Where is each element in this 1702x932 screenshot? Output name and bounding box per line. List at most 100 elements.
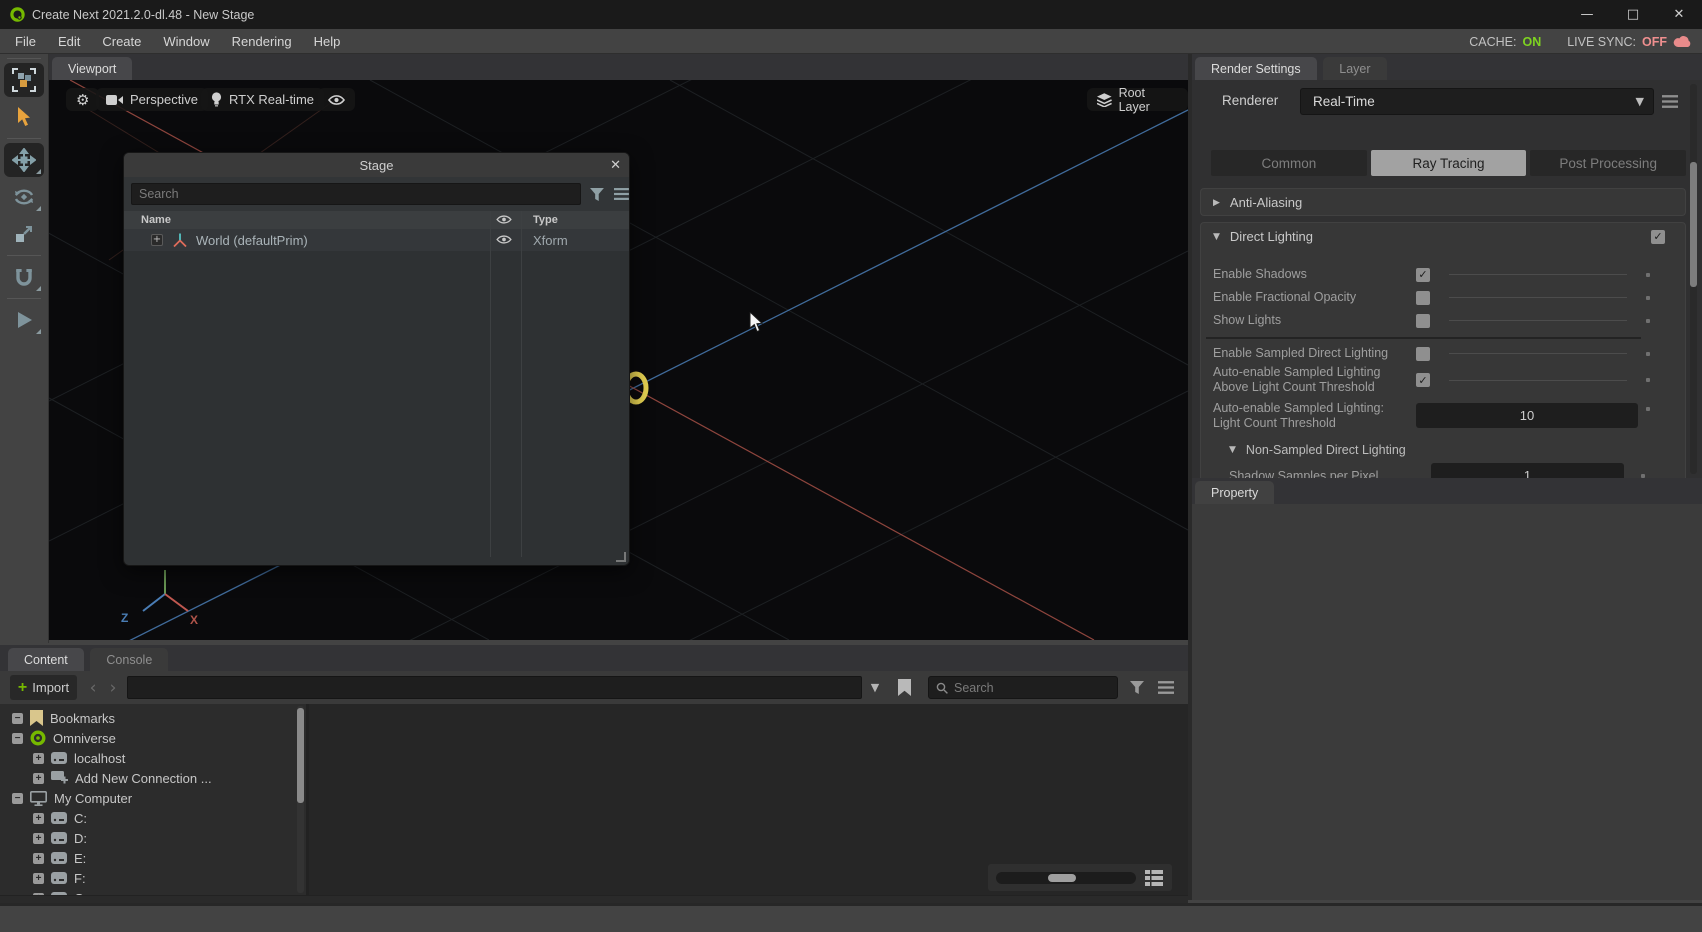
tree-item-drive-d[interactable]: + D: xyxy=(33,828,87,848)
expand-icon[interactable]: + xyxy=(151,234,163,246)
stage-col-type[interactable]: Type xyxy=(533,214,558,226)
stage-search-input[interactable] xyxy=(131,183,581,205)
tab-property[interactable]: Property xyxy=(1195,481,1274,504)
bookmark-icon[interactable] xyxy=(898,679,911,696)
import-button[interactable]: + Import xyxy=(10,675,77,700)
mode-ray-tracing-button[interactable]: Ray Tracing xyxy=(1371,150,1527,176)
stage-col-name[interactable]: Name xyxy=(141,214,171,226)
menu-rendering[interactable]: Rendering xyxy=(221,34,303,49)
stage-close-icon[interactable]: ✕ xyxy=(610,153,621,177)
tree-item-label: C: xyxy=(74,811,87,826)
grid-view-icon[interactable] xyxy=(1145,870,1163,886)
tree-item-label: localhost xyxy=(74,751,125,766)
direct-lighting-header[interactable]: ▼ Direct Lighting ✓ xyxy=(1201,223,1685,250)
tab-viewport[interactable]: Viewport xyxy=(52,57,132,80)
back-button[interactable]: ‹ xyxy=(84,675,102,700)
filter-icon[interactable] xyxy=(590,188,604,201)
slider-thumb[interactable] xyxy=(1048,874,1076,882)
tree-item-drive-c[interactable]: + C: xyxy=(33,808,87,828)
expand-icon[interactable]: + xyxy=(33,813,44,824)
mode-common-button[interactable]: Common xyxy=(1211,150,1367,176)
tree-item-label: Omniverse xyxy=(53,731,116,746)
mode-post-processing-button[interactable]: Post Processing xyxy=(1530,150,1686,176)
scale-tool-button[interactable] xyxy=(4,217,44,251)
path-input[interactable] xyxy=(127,676,862,699)
collapse-icon[interactable]: − xyxy=(12,713,23,724)
scrollbar-thumb[interactable] xyxy=(1690,162,1697,287)
viewport-3d[interactable]: Z X ⚙ Perspective RTX Real-time xyxy=(49,80,1188,640)
anti-aliasing-header[interactable]: ▶ Anti-Aliasing xyxy=(1201,189,1685,216)
render-mode-button[interactable]: RTX Real-time xyxy=(201,88,324,111)
tab-console[interactable]: Console xyxy=(90,648,168,671)
scrollbar-thumb[interactable] xyxy=(297,708,304,803)
snap-tool-button[interactable] xyxy=(4,260,44,294)
tree-item-add-new-connection[interactable]: + Add New Connection ... xyxy=(33,768,212,788)
tree-item-omniverse[interactable]: − Omniverse xyxy=(12,728,116,748)
viewport-settings-button[interactable]: ⚙ xyxy=(66,88,99,111)
collapse-icon[interactable]: − xyxy=(12,733,23,744)
menu-edit[interactable]: Edit xyxy=(47,34,91,49)
expand-icon[interactable]: + xyxy=(33,873,44,884)
options-menu-icon[interactable] xyxy=(614,188,629,200)
tree-item-drive-g[interactable]: + G: xyxy=(33,888,88,895)
prim-name[interactable]: World (defaultPrim) xyxy=(196,233,308,248)
tree-item-drive-e[interactable]: + E: xyxy=(33,848,86,868)
live-sync-status-value[interactable]: OFF xyxy=(1642,35,1667,49)
forward-button[interactable]: › xyxy=(104,675,122,700)
live-sync-cloud-icon[interactable] xyxy=(1673,35,1692,48)
prim-type: Xform xyxy=(533,233,568,248)
menu-file[interactable]: File xyxy=(4,34,47,49)
panel-splitter[interactable] xyxy=(1188,54,1192,900)
tree-item-localhost[interactable]: + localhost xyxy=(33,748,125,768)
enable-shadows-checkbox[interactable]: ✓ xyxy=(1416,268,1430,282)
options-menu-icon[interactable] xyxy=(1158,681,1174,694)
plus-icon: + xyxy=(18,681,27,695)
move-tool-button[interactable] xyxy=(4,143,44,177)
menu-window[interactable]: Window xyxy=(152,34,220,49)
root-layer-button[interactable]: Root Layer xyxy=(1087,88,1188,111)
expand-icon[interactable]: + xyxy=(33,853,44,864)
render-settings-scrollbar[interactable] xyxy=(1690,84,1697,474)
menu-help[interactable]: Help xyxy=(303,34,352,49)
menu-create[interactable]: Create xyxy=(91,34,152,49)
camera-selector-button[interactable]: Perspective xyxy=(96,88,208,111)
light-count-threshold-input[interactable]: 10 xyxy=(1416,403,1638,428)
tab-content[interactable]: Content xyxy=(8,648,84,671)
minimize-button[interactable]: — xyxy=(1564,0,1610,29)
close-button[interactable]: ✕ xyxy=(1656,0,1702,29)
cursor-tool-button[interactable] xyxy=(4,100,44,134)
direct-lighting-enable-checkbox[interactable]: ✓ xyxy=(1651,230,1665,244)
tab-render-settings[interactable]: Render Settings xyxy=(1195,57,1317,80)
thumbnail-size-slider[interactable] xyxy=(996,872,1136,884)
tree-scrollbar[interactable] xyxy=(297,706,304,893)
stage-row-world[interactable]: + World (defaultPrim) Xform xyxy=(124,229,629,251)
filter-icon[interactable] xyxy=(1130,681,1144,694)
play-button[interactable] xyxy=(4,303,44,337)
path-dropdown-arrow[interactable]: ▼ xyxy=(866,675,884,700)
viewport-visibility-button[interactable] xyxy=(318,88,355,111)
expand-icon[interactable]: + xyxy=(33,773,44,784)
tree-item-drive-f[interactable]: + F: xyxy=(33,868,86,888)
collapse-icon[interactable]: − xyxy=(12,793,23,804)
expand-icon[interactable]: + xyxy=(33,833,44,844)
renderer-options-menu-icon[interactable] xyxy=(1662,95,1678,108)
enable-sampled-direct-lighting-checkbox[interactable]: ✓ xyxy=(1416,347,1430,361)
enable-fractional-opacity-checkbox[interactable]: ✓ xyxy=(1416,291,1430,305)
stage-resize-grip[interactable] xyxy=(616,552,626,562)
tree-item-my-computer[interactable]: − My Computer xyxy=(12,788,132,808)
expand-icon[interactable]: + xyxy=(33,753,44,764)
tab-layer[interactable]: Layer xyxy=(1323,57,1386,80)
show-lights-checkbox[interactable]: ✓ xyxy=(1416,314,1430,328)
maximize-button[interactable]: □ xyxy=(1610,0,1656,29)
subsection-header[interactable]: ▼ Non-Sampled Direct Lighting xyxy=(1201,439,1685,461)
rotate-tool-button[interactable] xyxy=(4,180,44,214)
prim-visibility-eye-icon[interactable] xyxy=(496,234,512,245)
tree-item-bookmarks[interactable]: − Bookmarks xyxy=(12,708,115,728)
content-search-input[interactable] xyxy=(954,681,1104,695)
root-layer-label: Root Layer xyxy=(1119,86,1178,114)
select-tool-button[interactable] xyxy=(4,63,44,97)
auto-enable-sampled-lighting-checkbox[interactable]: ✓ xyxy=(1416,373,1430,387)
renderer-dropdown[interactable]: Real-Time ▼ xyxy=(1300,88,1654,115)
cache-status-value[interactable]: ON xyxy=(1522,35,1541,49)
stage-window-titlebar[interactable]: Stage ✕ xyxy=(124,153,629,177)
